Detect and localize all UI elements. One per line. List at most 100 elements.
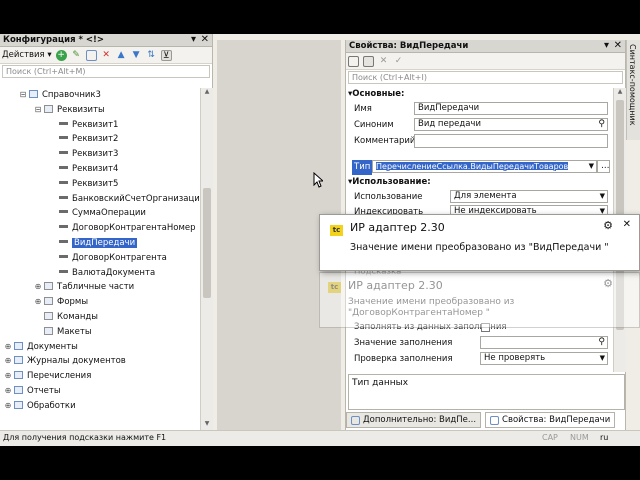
scrollbar-up-arrow[interactable]: ▲ bbox=[614, 88, 626, 98]
tree-item[interactable]: ⊕ Отчеты bbox=[4, 384, 61, 398]
scrollbar-down-arrow[interactable]: ▼ bbox=[201, 420, 213, 430]
expand-icon[interactable]: ⊕ bbox=[4, 399, 12, 413]
dropdown-arrow-icon[interactable]: ▼ bbox=[600, 353, 605, 364]
copy-icon[interactable] bbox=[85, 49, 97, 61]
search-icon[interactable]: ⚲ bbox=[598, 337, 605, 348]
tree-item[interactable]: СуммаОперации bbox=[49, 206, 146, 220]
expand-icon[interactable]: ⊕ bbox=[34, 295, 42, 309]
close-icon[interactable]: ✕ bbox=[201, 34, 209, 45]
tree-item[interactable]: Макеты bbox=[34, 325, 92, 339]
tree-item[interactable]: ВалютаДокумента bbox=[49, 266, 155, 280]
attribute-icon bbox=[59, 269, 68, 273]
tree-item[interactable]: ДоговорКонтрагентаНомер bbox=[49, 221, 196, 235]
scrollbar-thumb[interactable] bbox=[203, 188, 211, 298]
search-icon[interactable]: ⚲ bbox=[598, 119, 605, 130]
tree-item-label: Реквизит4 bbox=[72, 164, 119, 174]
tree-item-label: ВидПередачи bbox=[72, 238, 138, 248]
move-down-icon[interactable]: ▼ bbox=[131, 50, 142, 61]
tree-item[interactable]: Реквизит1 bbox=[49, 118, 118, 132]
tab-additional[interactable]: Дополнительно: ВидПе... bbox=[346, 412, 482, 428]
tree-item[interactable]: Реквизит4 bbox=[49, 162, 118, 176]
tree-item[interactable]: ⊟ Справочник3 bbox=[19, 88, 101, 102]
fill-check-value: Не проверять bbox=[484, 353, 546, 363]
delete-icon[interactable]: ✕ bbox=[378, 56, 389, 67]
attribute-icon bbox=[59, 180, 68, 184]
settings-icon[interactable]: ⚙ bbox=[603, 219, 613, 232]
mouse-cursor-icon bbox=[313, 172, 323, 188]
close-icon[interactable]: ✕ bbox=[623, 219, 631, 230]
configuration-scrollbar[interactable]: ▲ ▼ bbox=[200, 88, 213, 430]
sort-icon[interactable]: ⇅ bbox=[146, 50, 157, 61]
configuration-toolbar: Действия ▾ + ✎ ✕ ▲ ▼ ⇅ ⊻ bbox=[0, 47, 212, 64]
filter-icon[interactable]: ⊻ bbox=[160, 49, 172, 61]
fill-check-row: Проверка заполнения Не проверять ▼ bbox=[346, 352, 613, 367]
collapse-icon[interactable]: ⊟ bbox=[34, 103, 42, 117]
panel-menu-icon[interactable]: ▾ bbox=[191, 34, 196, 45]
expand-icon[interactable]: ⊕ bbox=[34, 280, 42, 294]
folder-icon bbox=[29, 90, 38, 98]
tree-item[interactable]: ⊕ Журналы документов bbox=[4, 354, 126, 368]
dropdown-arrow-icon[interactable]: ▼ bbox=[600, 191, 605, 202]
tree-item-label: Команды bbox=[57, 312, 99, 322]
move-up-icon[interactable]: ▲ bbox=[116, 50, 127, 61]
expand-icon[interactable]: ⊕ bbox=[4, 384, 12, 398]
syntax-helper-side-tab[interactable]: Синтакс-помощник bbox=[626, 40, 640, 140]
scrollbar-up-arrow[interactable]: ▲ bbox=[201, 88, 213, 98]
attribute-icon bbox=[59, 240, 68, 243]
section-usage[interactable]: ▾Использование: bbox=[348, 176, 431, 189]
tree-item-label: Реквизит2 bbox=[72, 134, 119, 145]
type-select-button[interactable]: … bbox=[597, 160, 610, 173]
tree-item[interactable]: ⊕ Обработки bbox=[4, 399, 76, 413]
tree-item[interactable]: Реквизит3 bbox=[49, 147, 118, 161]
type-field[interactable]: ПеречислениеСсылка.ВидыПередачиТоваров ▼ bbox=[372, 160, 597, 173]
categories-icon[interactable] bbox=[348, 55, 359, 67]
tree-item[interactable]: Реквизит5 bbox=[49, 177, 118, 191]
tree-item-label: Реквизит5 bbox=[72, 178, 119, 189]
folder-icon bbox=[14, 341, 23, 350]
check-icon[interactable]: ✓ bbox=[393, 56, 404, 67]
tree-item-label: ВалютаДокумента bbox=[72, 267, 156, 278]
settings-icon[interactable]: ⚙ bbox=[603, 277, 613, 290]
expand-icon[interactable]: ⊕ bbox=[4, 369, 12, 383]
collapse-icon[interactable]: ⊟ bbox=[19, 88, 27, 102]
configuration-search-input[interactable]: Поиск (Ctrl+Alt+M) bbox=[2, 65, 210, 78]
tree-item[interactable]: ⊕ Формы bbox=[34, 295, 88, 309]
tree-item-label: Справочник3 bbox=[42, 90, 101, 100]
tree-item[interactable]: БанковскийСчетОрганизации bbox=[49, 192, 205, 206]
tree-item[interactable]: ⊕ Перечисления bbox=[4, 369, 91, 383]
dropdown-arrow-icon[interactable]: ▼ bbox=[589, 161, 594, 172]
attribute-icon bbox=[59, 254, 68, 258]
section-main[interactable]: ▾Основные: bbox=[348, 88, 404, 101]
properties-search-input[interactable]: Поиск (Ctrl+Alt+I) bbox=[348, 71, 623, 84]
add-icon[interactable]: + bbox=[55, 49, 67, 61]
synonym-field[interactable]: Вид передачи ⚲ bbox=[414, 118, 608, 131]
type-label: Тип bbox=[352, 160, 373, 175]
fill-value-field[interactable]: ⚲ bbox=[480, 336, 608, 349]
tree-item[interactable]: ⊕ Табличные части bbox=[34, 280, 134, 294]
edit-icon[interactable]: ✎ bbox=[71, 50, 82, 61]
actions-menu-label: Действия bbox=[2, 50, 45, 60]
tree-item[interactable]: Команды bbox=[34, 310, 98, 324]
tab-properties[interactable]: Свойства: ВидПередачи bbox=[485, 412, 616, 428]
fill-check-select[interactable]: Не проверять ▼ bbox=[480, 352, 608, 365]
panel-menu-icon[interactable]: ▾ bbox=[604, 40, 609, 51]
tree-item[interactable]: ВидПередачи bbox=[49, 236, 138, 250]
usage-row: Использование Для элемента ▼ bbox=[346, 190, 613, 205]
usage-select[interactable]: Для элемента ▼ bbox=[450, 190, 608, 203]
bottom-tabs: Дополнительно: ВидПе... Свойства: ВидПер… bbox=[346, 412, 616, 428]
name-field[interactable]: ВидПередачи bbox=[414, 102, 608, 115]
alphabetical-icon[interactable] bbox=[363, 55, 374, 67]
comment-field[interactable] bbox=[414, 134, 608, 148]
close-icon[interactable]: ✕ bbox=[614, 40, 622, 51]
tree-item-label: Журналы документов bbox=[27, 356, 126, 367]
tree-item[interactable]: ⊟ Реквизиты bbox=[34, 103, 105, 117]
expand-icon[interactable]: ⊕ bbox=[4, 354, 12, 368]
tree-item[interactable]: ДоговорКонтрагента bbox=[49, 251, 167, 265]
tree-item[interactable]: Реквизит2 bbox=[49, 132, 118, 146]
actions-menu[interactable]: Действия ▾ bbox=[2, 50, 52, 60]
language-indicator: ru bbox=[600, 433, 609, 442]
tree-item-label: Отчеты bbox=[27, 386, 61, 396]
tree-item[interactable]: ⊕ Документы bbox=[4, 340, 78, 354]
delete-icon[interactable]: ✕ bbox=[101, 50, 112, 61]
expand-icon[interactable]: ⊕ bbox=[4, 340, 12, 354]
